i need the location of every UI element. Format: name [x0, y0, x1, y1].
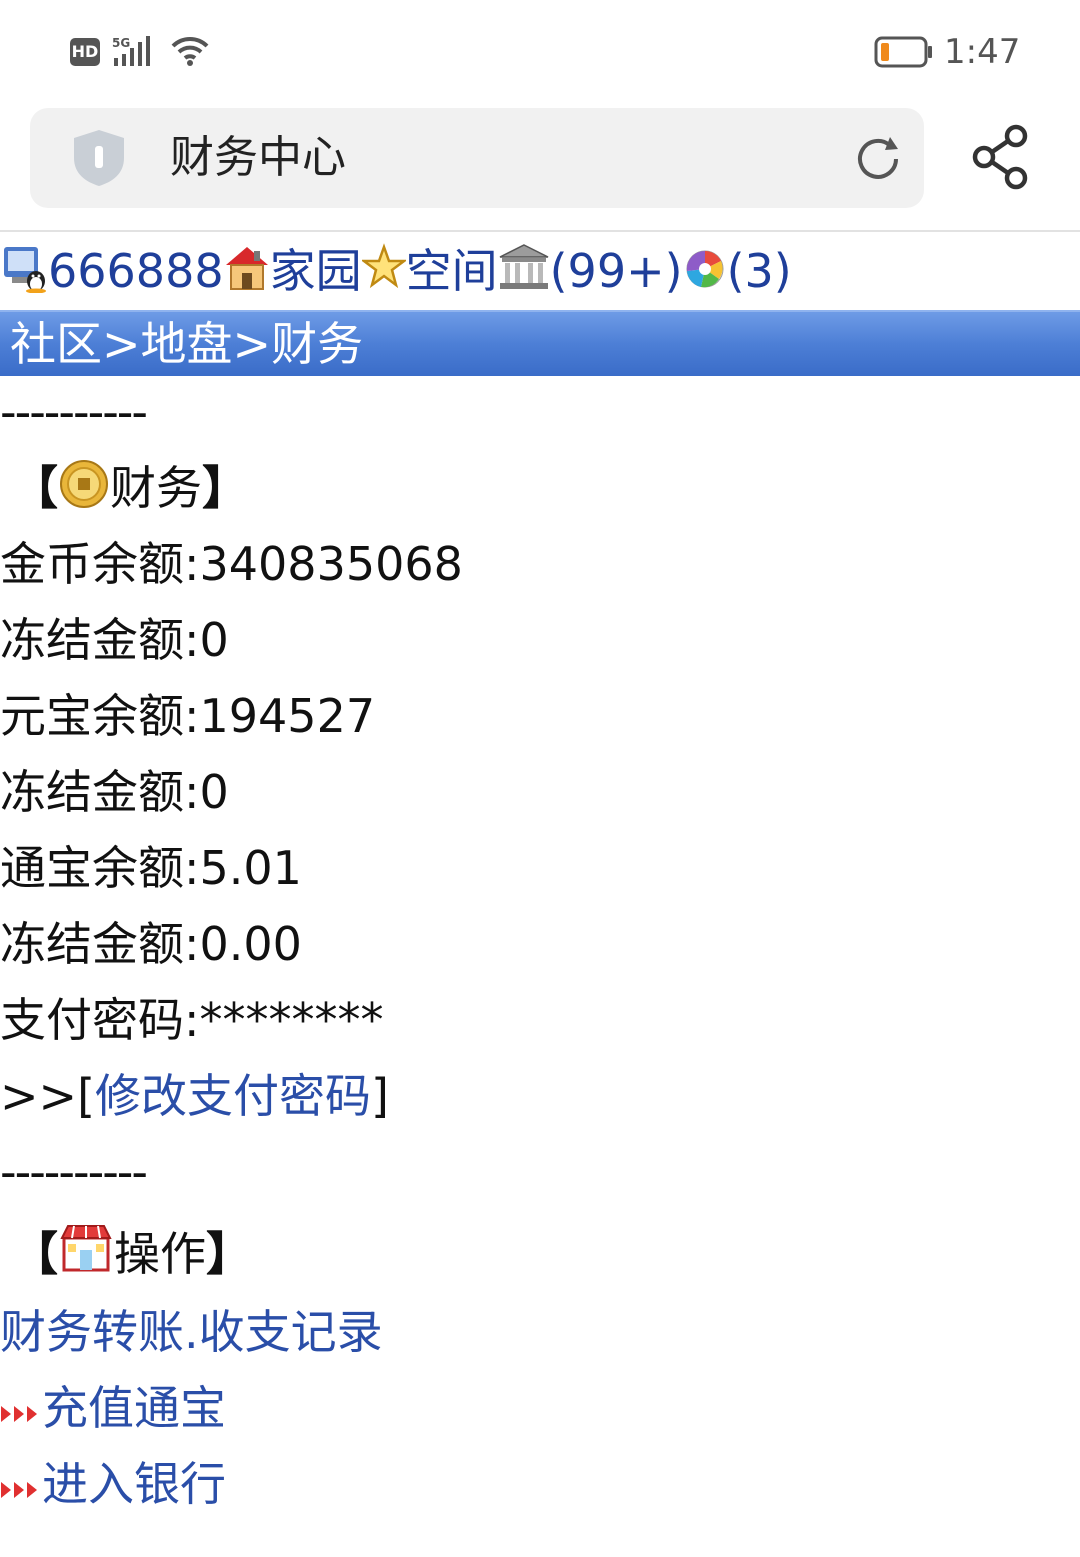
recharge-tongbao-link[interactable]: 充值通宝 — [42, 1381, 226, 1435]
triple-arrow-icon — [1, 1406, 37, 1422]
user-id-link[interactable]: 666888 — [48, 244, 224, 298]
finance-heading: 【 财务】 — [12, 450, 248, 526]
house-icon[interactable] — [224, 243, 270, 293]
row-label: 冻结金额: — [0, 613, 200, 667]
balance-row: 元宝余额:194527 — [0, 678, 375, 754]
balance-row: 冻结金额:0 — [0, 754, 229, 830]
star-icon[interactable] — [361, 243, 406, 293]
row-label: 支付密码: — [0, 993, 200, 1047]
finance-heading-label: 财务 — [110, 461, 202, 515]
page-title[interactable]: 财务中心 — [170, 130, 346, 186]
bracket-open: 【 — [12, 1227, 58, 1281]
shield-icon[interactable] — [70, 128, 128, 188]
photo-icon[interactable] — [683, 243, 727, 293]
divider-bottom: ---------- — [0, 1145, 148, 1199]
enter-bank-link[interactable]: 进入银行 — [42, 1457, 226, 1511]
operations-heading-label: 操作 — [114, 1227, 206, 1281]
status-bar: HD 5G 1:47 — [0, 0, 1080, 100]
triple-arrow-icon — [1, 1482, 37, 1498]
divider-top: ---------- — [0, 385, 148, 439]
breadcrumb: 社区>地盘>财务 — [0, 310, 1080, 376]
link-separator: . — [184, 1305, 199, 1359]
coin-icon — [60, 460, 108, 508]
row-value: 0 — [199, 613, 229, 667]
row-value: 0 — [199, 765, 229, 819]
operations-links-row: 财务转账.收支记录 — [0, 1294, 383, 1370]
clock: 1:47 — [944, 32, 1021, 72]
space-link[interactable]: 空间 — [406, 244, 498, 298]
transfer-link[interactable]: 财务转账 — [0, 1305, 184, 1359]
address-bar-divider — [0, 230, 1080, 232]
records-link[interactable]: 收支记录 — [199, 1305, 383, 1359]
operations-heading: 【 操作】 — [12, 1216, 252, 1292]
breadcrumb-text: 社区>地盘>财务 — [10, 317, 364, 371]
row-value: 340835068 — [199, 537, 463, 591]
bank-icon[interactable] — [498, 243, 550, 293]
change-pay-password-link[interactable]: 修改支付密码 — [95, 1069, 371, 1123]
messages-count-link[interactable]: (99+) — [550, 244, 683, 298]
row-value: 194527 — [199, 689, 376, 743]
photos-count-link[interactable]: (3) — [727, 244, 792, 298]
row-label: 金币余额: — [0, 537, 200, 591]
change-prefix: >>[ — [0, 1069, 96, 1123]
user-nav-row: 666888 家园 空间 (99+) (3) — [2, 236, 792, 306]
address-bar[interactable]: 财务中心 — [30, 108, 924, 208]
wifi-icon — [171, 36, 209, 66]
network-type-label: 5G — [112, 36, 130, 50]
balance-row: 通宝余额:5.01 — [0, 830, 302, 906]
balance-row: 冻结金额:0 — [0, 602, 229, 678]
user-icon — [4, 247, 46, 293]
bank-row: 进入银行 — [0, 1446, 226, 1522]
battery-icon — [874, 36, 932, 68]
bracket-open: 【 — [12, 461, 58, 515]
row-value: 0.00 — [199, 917, 302, 971]
change-password-row: >>[修改支付密码] — [0, 1058, 389, 1134]
row-label: 冻结金额: — [0, 765, 200, 819]
signal-icon: 5G — [112, 36, 150, 66]
recharge-row: 充值通宝 — [0, 1370, 226, 1446]
pay-password-row: 支付密码:******** — [0, 982, 384, 1058]
row-label: 冻结金额: — [0, 917, 200, 971]
change-suffix: ] — [371, 1069, 389, 1123]
reload-icon[interactable] — [852, 133, 904, 185]
hd-voice-icon: HD — [70, 38, 100, 66]
shop-icon — [60, 1225, 112, 1272]
bracket-close: 】 — [206, 1227, 252, 1281]
balance-row: 冻结金额:0.00 — [0, 906, 302, 982]
row-value: ******** — [199, 993, 384, 1047]
home-link[interactable]: 家园 — [270, 244, 362, 298]
bracket-close: 】 — [202, 461, 248, 515]
row-value: 5.01 — [199, 841, 302, 895]
row-label: 通宝余额: — [0, 841, 200, 895]
share-icon[interactable] — [970, 124, 1032, 190]
balance-row: 金币余额:340835068 — [0, 526, 463, 602]
row-label: 元宝余额: — [0, 689, 200, 743]
